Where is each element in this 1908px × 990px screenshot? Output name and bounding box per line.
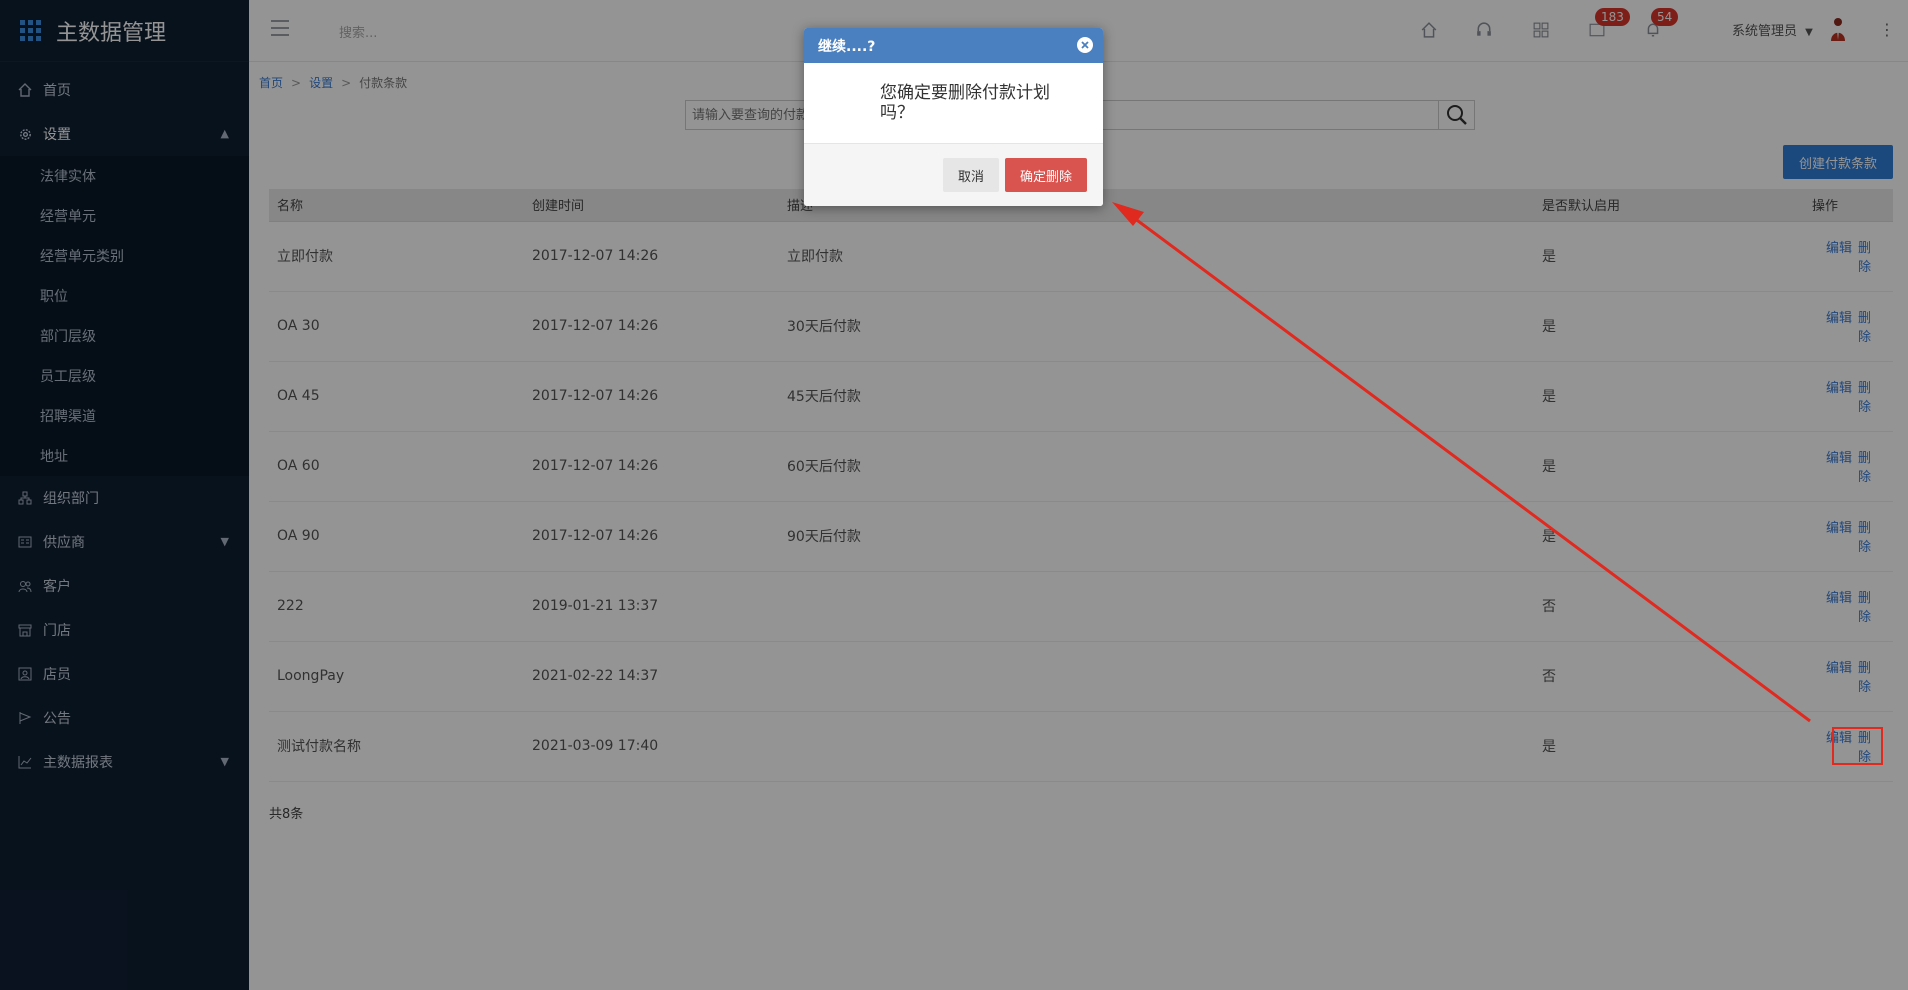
cancel-button[interactable]: 取消 <box>943 158 999 192</box>
confirm-delete-button[interactable]: 确定删除 <box>1005 158 1087 192</box>
dialog-footer: 取消 确定删除 <box>804 143 1103 206</box>
dialog-title: 继续....? <box>818 38 876 55</box>
annotation-highlight-box <box>1832 727 1883 765</box>
dialog-message: 您确定要删除付款计划吗？ <box>880 83 1050 123</box>
confirm-delete-dialog: 继续....? 您确定要删除付款计划吗？ 取消 确定删除 <box>804 28 1103 206</box>
close-icon[interactable] <box>1077 37 1093 53</box>
dialog-header: 继续....? <box>804 28 1103 63</box>
